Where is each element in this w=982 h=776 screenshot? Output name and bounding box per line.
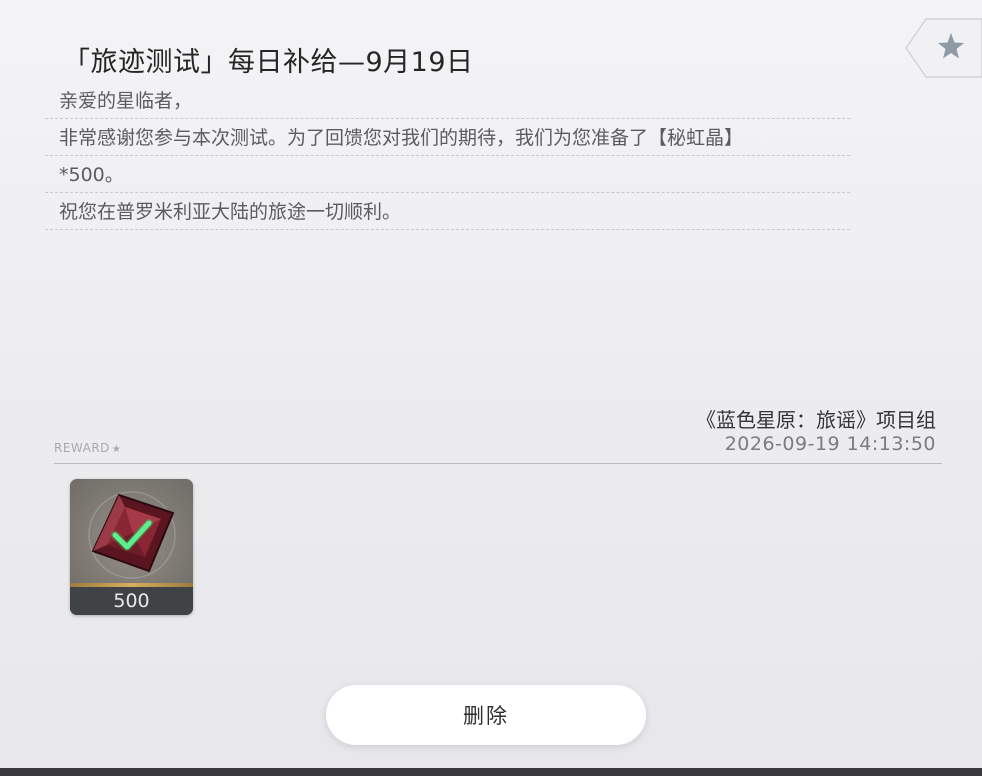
- mail-body-line: *500。: [45, 156, 850, 193]
- reward-divider: [54, 463, 942, 464]
- favorite-button[interactable]: [904, 18, 982, 78]
- mail-body-line: 非常感谢您参与本次测试。为了回馈您对我们的期待，我们为您准备了【秘虹晶】: [45, 119, 850, 156]
- reward-section-label: REWARD ★: [54, 441, 121, 455]
- mail-body-line: 亲爱的星临者，: [45, 82, 850, 119]
- mail-title: 「旅迹测试」每日补给—9月19日: [63, 47, 474, 78]
- star-icon: ★: [111, 444, 122, 455]
- reward-item[interactable]: 500: [70, 479, 193, 615]
- reward-count: 500: [70, 587, 193, 615]
- red-gem-icon: [88, 491, 176, 579]
- star-icon: [905, 18, 982, 78]
- mail-body-line: 祝您在普罗米利亚大陆的旅途一切顺利。: [45, 193, 850, 230]
- mail-date: 2026-09-19 14:13:50: [724, 433, 936, 455]
- mail-sender: 《蓝色星原：旅谣》项目组: [696, 408, 936, 432]
- reward-label-text: REWARD: [54, 441, 110, 455]
- bottom-edge: [0, 768, 982, 776]
- mail-body: 亲爱的星临者， 非常感谢您参与本次测试。为了回馈您对我们的期待，我们为您准备了【…: [45, 82, 850, 230]
- delete-button[interactable]: 删除: [326, 685, 646, 745]
